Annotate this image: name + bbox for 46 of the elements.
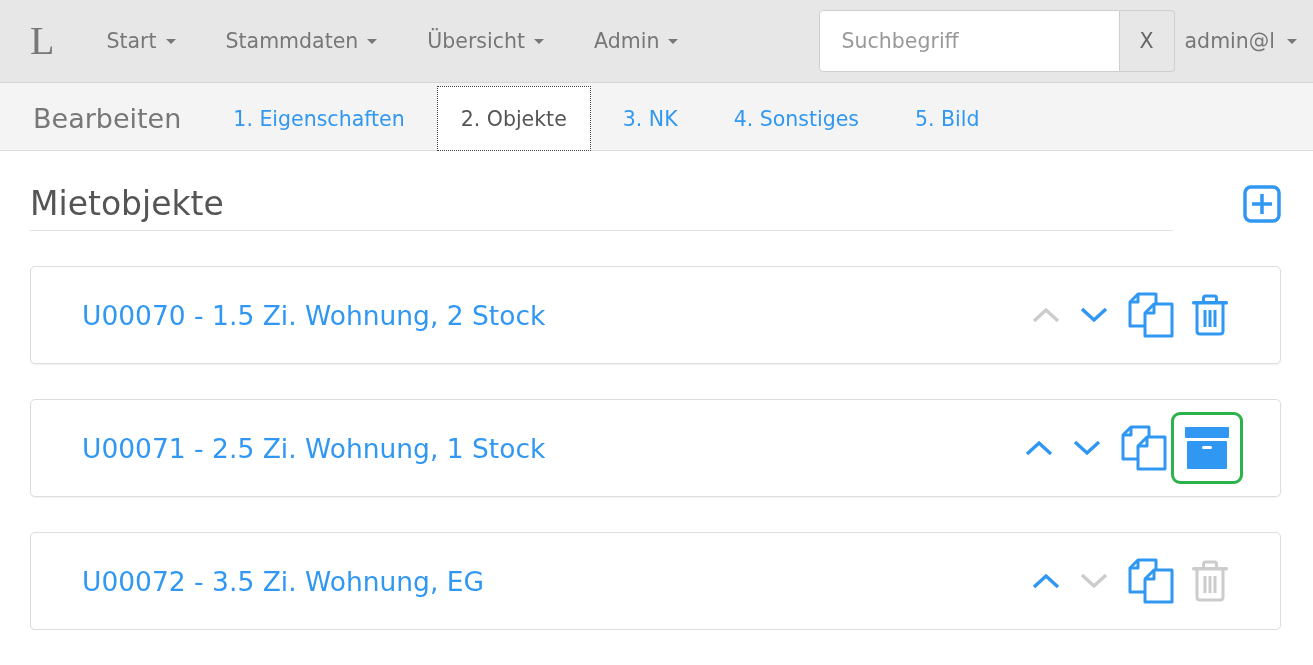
caret-icon bbox=[367, 38, 378, 44]
user-menu[interactable]: admin@l bbox=[1184, 19, 1297, 63]
move-up-button[interactable] bbox=[1032, 573, 1060, 589]
nav-menu[interactable]: Übersicht bbox=[402, 19, 570, 63]
chevron-up-icon bbox=[1032, 573, 1060, 589]
nav-menu[interactable]: Admin bbox=[569, 19, 704, 63]
brand-link[interactable]: L bbox=[30, 21, 55, 61]
clear-button[interactable]: X bbox=[1119, 10, 1175, 72]
archive-icon bbox=[1185, 427, 1229, 469]
section-title: Bearbeiten bbox=[33, 102, 182, 134]
section-heading: Mietobjekte bbox=[30, 183, 1173, 231]
object-link[interactable]: U00072 - 3.5 Zi. Wohnung, EG bbox=[82, 565, 1032, 597]
copy-button[interactable] bbox=[1121, 425, 1167, 471]
copy-icon bbox=[1121, 425, 1167, 471]
copy-icon bbox=[1128, 292, 1174, 338]
archive-button[interactable] bbox=[1171, 412, 1243, 484]
add-button[interactable] bbox=[1243, 185, 1281, 223]
tab[interactable]: 4. Sonstiges bbox=[709, 86, 883, 151]
delete-button[interactable] bbox=[1191, 294, 1229, 336]
nav-menu[interactable]: Stammdaten bbox=[200, 19, 403, 63]
move-up-button[interactable] bbox=[1025, 440, 1053, 456]
caret-icon bbox=[668, 38, 679, 44]
tab[interactable]: 2. Objekte bbox=[436, 86, 591, 151]
add-icon bbox=[1243, 185, 1281, 223]
copy-button[interactable] bbox=[1128, 558, 1174, 604]
tab[interactable]: 1. Eigenschaften bbox=[209, 86, 429, 151]
tab[interactable]: 5. Bild bbox=[890, 86, 1004, 151]
trash-icon bbox=[1191, 560, 1229, 602]
chevron-down-icon bbox=[1080, 573, 1108, 589]
move-down-button[interactable] bbox=[1080, 307, 1108, 323]
caret-icon bbox=[165, 38, 176, 44]
search-field[interactable]: Suchbegriff bbox=[818, 10, 1120, 72]
trash-icon bbox=[1191, 294, 1229, 336]
chevron-up-icon bbox=[1025, 440, 1053, 456]
tab[interactable]: 3. NK bbox=[598, 86, 702, 151]
caret-icon bbox=[1287, 38, 1297, 44]
copy-icon bbox=[1128, 558, 1174, 604]
object-link[interactable]: U00071 - 2.5 Zi. Wohnung, 1 Stock bbox=[82, 432, 1025, 464]
move-down-button[interactable] bbox=[1073, 440, 1101, 456]
chevron-down-icon bbox=[1073, 440, 1101, 456]
nav-menu[interactable]: Start bbox=[81, 19, 201, 63]
chevron-up-icon bbox=[1032, 307, 1060, 323]
copy-button[interactable] bbox=[1128, 292, 1174, 338]
caret-icon bbox=[534, 38, 545, 44]
chevron-down-icon bbox=[1080, 307, 1108, 323]
object-link[interactable]: U00070 - 1.5 Zi. Wohnung, 2 Stock bbox=[82, 299, 1032, 331]
